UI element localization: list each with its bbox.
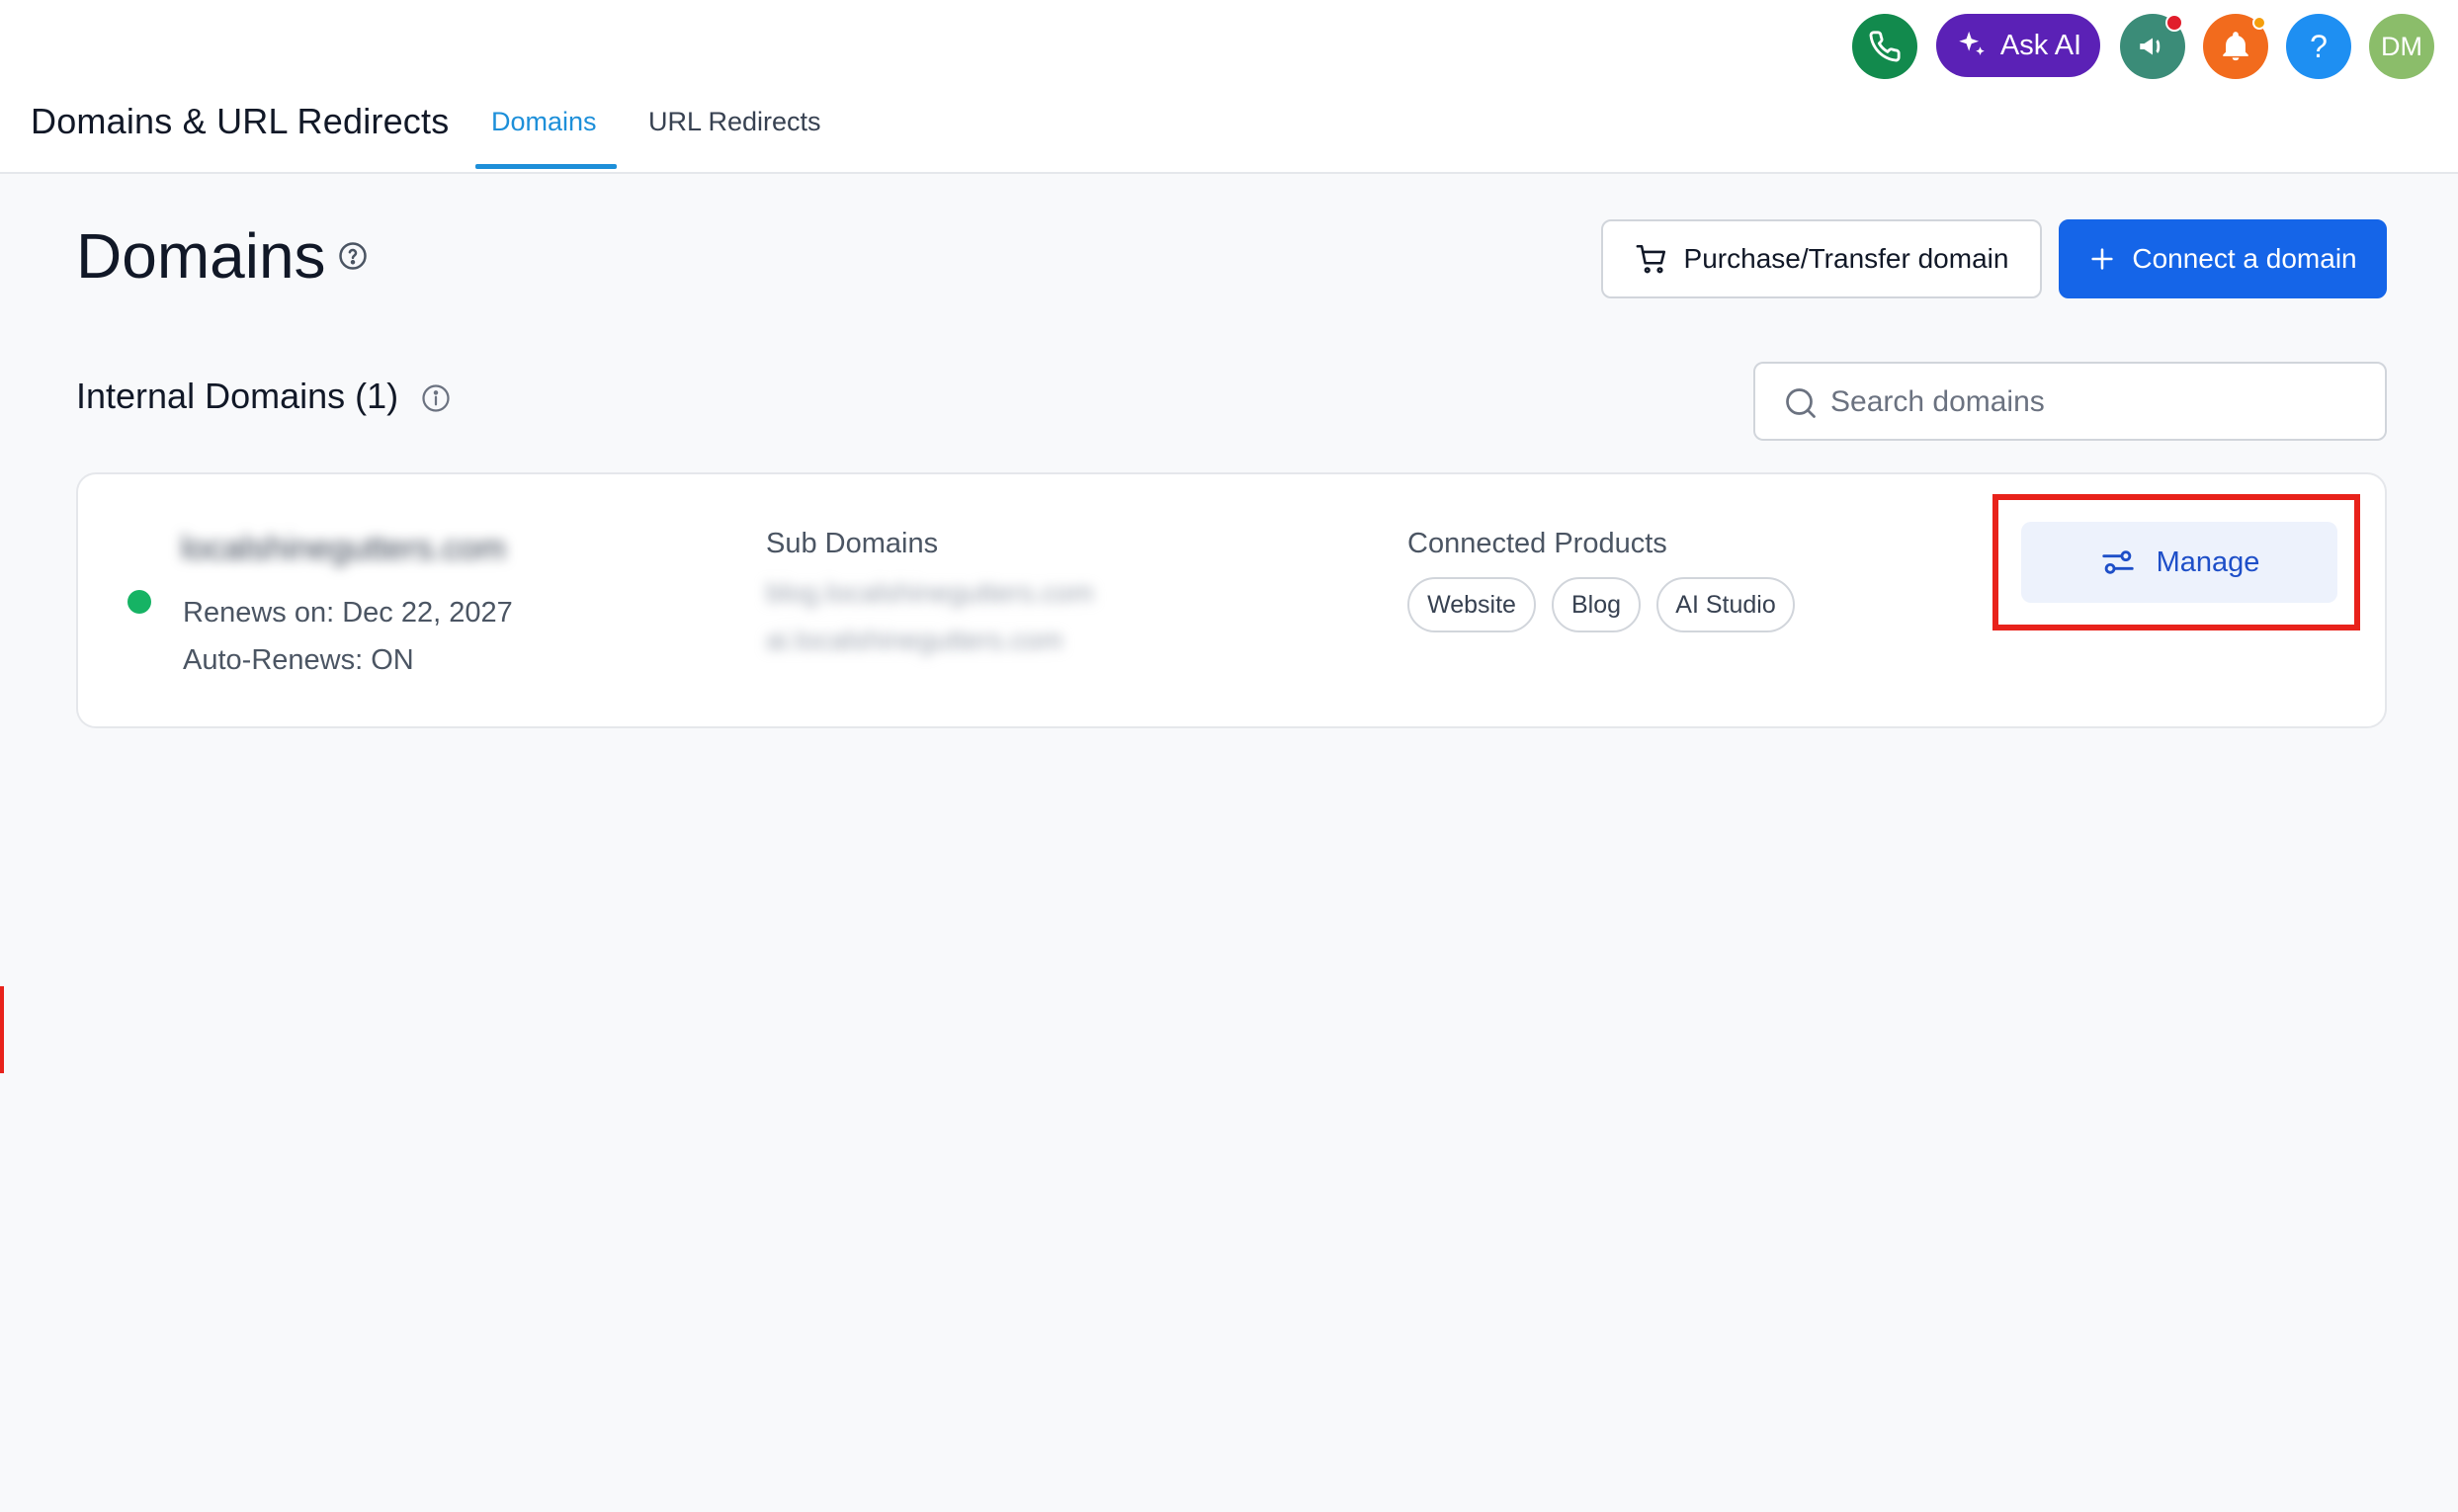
top-bar: Domains & URL Redirects Domains URL Redi… [0,0,2458,174]
megaphone-icon [2140,38,2161,55]
cart-icon [1636,244,1665,274]
ask-ai-button[interactable]: Ask AI [1936,14,2100,77]
page-title: Domains [76,220,326,292]
phone-icon [1869,31,1901,62]
sliders-icon [2101,550,2134,574]
sub-domains-label: Sub Domains [766,528,939,559]
avatar-initials: DM [2381,31,2422,61]
product-chip-ai-studio: AI Studio [1656,577,1795,632]
sub-domain-item: ai.localshinegutters.com [766,625,1063,655]
plus-icon [2091,248,2113,270]
left-edge-marker [0,986,4,1073]
ask-ai-label: Ask AI [1999,29,2082,61]
purchase-transfer-label: Purchase/Transfer domain [1683,243,2009,274]
domain-card: localshinegutters.com Renews on: Dec 22,… [76,472,2387,728]
help-icon: ? [2310,28,2328,64]
connected-products-label: Connected Products [1407,528,1667,559]
purchase-transfer-domain-button[interactable]: Purchase/Transfer domain [1601,219,2042,298]
announcements-button[interactable] [2120,14,2185,79]
search-input[interactable] [1830,378,2364,427]
question-circle-icon[interactable] [338,241,368,271]
connect-domain-button[interactable]: Connect a domain [2059,219,2387,298]
tab-url-redirects[interactable]: URL Redirects [648,107,821,137]
active-tab-indicator [475,164,617,169]
phone-button[interactable] [1852,14,1917,79]
app-title: Domains & URL Redirects [31,101,450,141]
auto-renews: Auto-Renews: ON [183,644,414,676]
product-chip-website: Website [1407,577,1536,632]
tab-domains[interactable]: Domains [491,107,597,137]
connect-domain-label: Connect a domain [2132,243,2357,274]
search-icon [1786,388,1816,418]
announcement-badge [2165,14,2183,32]
renews-on: Renews on: Dec 22, 2027 [183,597,513,629]
sub-domain-item: blog.localshinegutters.com [766,577,1094,608]
info-icon[interactable] [421,383,451,413]
help-button[interactable]: ? [2286,14,2351,79]
notifications-button[interactable] [2203,14,2268,79]
bell-icon [2223,32,2248,61]
status-indicator [127,590,151,614]
manage-label: Manage [2156,546,2260,578]
manage-button[interactable]: Manage [2021,522,2337,603]
product-chip-blog: Blog [1552,577,1641,632]
notification-badge [2252,16,2266,30]
avatar[interactable]: DM [2369,14,2434,79]
search-box[interactable] [1753,362,2387,441]
section-title: Internal Domains (1) [76,376,399,416]
domain-name[interactable]: localshinegutters.com [181,530,506,568]
sparkle-icon [1959,31,1985,55]
